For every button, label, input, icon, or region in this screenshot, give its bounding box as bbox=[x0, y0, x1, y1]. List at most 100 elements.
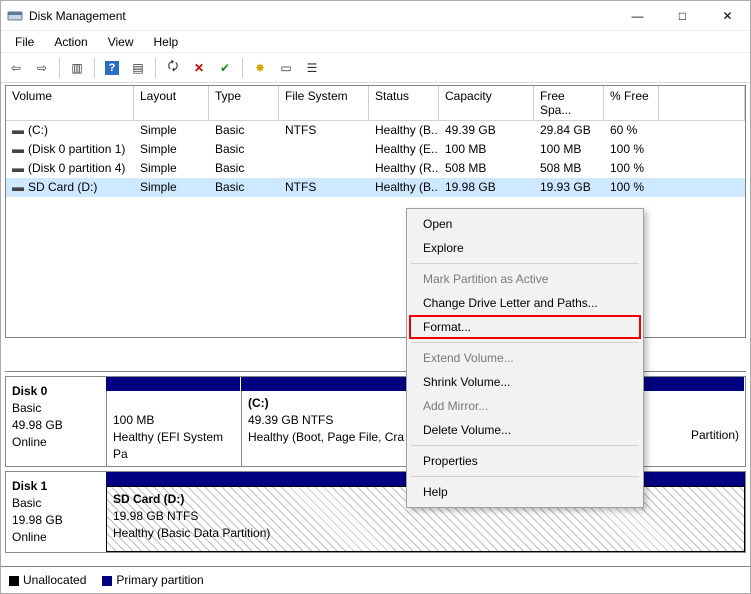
menubar: File Action View Help bbox=[1, 31, 750, 53]
disk-size: 49.98 GB bbox=[12, 418, 63, 432]
volume-layout: Simple bbox=[134, 121, 209, 140]
refresh-button[interactable]: 🗘 bbox=[162, 57, 184, 79]
column-header-layout[interactable]: Layout bbox=[134, 86, 209, 121]
volume-percentfree: 100 % bbox=[604, 140, 659, 159]
menu-item-mark-active: Mark Partition as Active bbox=[409, 267, 641, 291]
context-menu: Open Explore Mark Partition as Active Ch… bbox=[406, 208, 644, 508]
disk-title: Disk 1 bbox=[12, 479, 47, 493]
menu-item-format[interactable]: Format... bbox=[409, 315, 641, 339]
volume-name: (Disk 0 partition 4) bbox=[28, 161, 125, 175]
volume-row[interactable]: ▬(Disk 0 partition 1)SimpleBasicHealthy … bbox=[6, 140, 745, 159]
back-button[interactable]: ⇦ bbox=[5, 57, 27, 79]
help-button[interactable]: ? bbox=[101, 57, 123, 79]
column-header-spare bbox=[659, 86, 745, 121]
volume-status: Healthy (R... bbox=[369, 159, 439, 178]
drive-icon: ▬ bbox=[12, 123, 24, 138]
menu-item-explore[interactable]: Explore bbox=[409, 236, 641, 260]
menu-item-open[interactable]: Open bbox=[409, 212, 641, 236]
titlebar: Disk Management — □ ✕ bbox=[1, 1, 750, 31]
menu-item-delete-volume[interactable]: Delete Volume... bbox=[409, 418, 641, 442]
menu-item-change-drive-letter[interactable]: Change Drive Letter and Paths... bbox=[409, 291, 641, 315]
column-header-freespace[interactable]: Free Spa... bbox=[534, 86, 604, 121]
volume-name: SD Card (D:) bbox=[28, 180, 97, 194]
column-header-filesystem[interactable]: File System bbox=[279, 86, 369, 121]
menu-item-help[interactable]: Help bbox=[409, 480, 641, 504]
column-header-status[interactable]: Status bbox=[369, 86, 439, 121]
volume-freespace: 100 MB bbox=[534, 140, 604, 159]
disk-state: Online bbox=[12, 435, 47, 449]
toolbar-separator bbox=[155, 58, 156, 78]
disk-type: Basic bbox=[12, 496, 41, 510]
volume-percentfree: 100 % bbox=[604, 178, 659, 197]
disk-type: Basic bbox=[12, 401, 41, 415]
menu-item-properties[interactable]: Properties bbox=[409, 449, 641, 473]
properties-button[interactable]: ▤ bbox=[127, 57, 149, 79]
volume-filesystem: NTFS bbox=[279, 178, 369, 197]
close-button[interactable]: ✕ bbox=[705, 1, 750, 31]
volume-filesystem bbox=[279, 140, 369, 159]
column-header-capacity[interactable]: Capacity bbox=[439, 86, 534, 121]
maximize-button[interactable]: □ bbox=[660, 1, 705, 31]
toolbar-separator bbox=[242, 58, 243, 78]
volume-row[interactable]: ▬SD Card (D:)SimpleBasicNTFSHealthy (B..… bbox=[6, 178, 745, 197]
volume-capacity: 100 MB bbox=[439, 140, 534, 159]
partition-efi[interactable]: 100 MB Healthy (EFI System Pa bbox=[106, 391, 241, 466]
arrow-right-icon: ⇨ bbox=[37, 61, 47, 75]
check-icon: ✔ bbox=[220, 61, 230, 75]
checkmark-button[interactable]: ✔ bbox=[214, 57, 236, 79]
column-header-percentfree[interactable]: % Free bbox=[604, 86, 659, 121]
volume-freespace: 508 MB bbox=[534, 159, 604, 178]
menu-item-shrink-volume[interactable]: Shrink Volume... bbox=[409, 370, 641, 394]
menu-view[interactable]: View bbox=[98, 33, 144, 51]
forward-button[interactable]: ⇨ bbox=[31, 57, 53, 79]
volume-capacity: 49.39 GB bbox=[439, 121, 534, 140]
disk-title: Disk 0 bbox=[12, 384, 47, 398]
disk-label: Disk 0 Basic 49.98 GB Online bbox=[6, 377, 106, 466]
settings-button[interactable]: ▭ bbox=[275, 57, 297, 79]
minimize-button[interactable]: — bbox=[615, 1, 660, 31]
disk-label: Disk 1 Basic 19.98 GB Online bbox=[6, 472, 106, 551]
app-icon bbox=[7, 8, 23, 24]
settings-icon: ▭ bbox=[280, 61, 291, 75]
new-button[interactable]: ✸ bbox=[249, 57, 271, 79]
menu-file[interactable]: File bbox=[5, 33, 44, 51]
volume-row[interactable]: ▬(Disk 0 partition 4)SimpleBasicHealthy … bbox=[6, 159, 745, 178]
volume-freespace: 19.93 GB bbox=[534, 178, 604, 197]
volume-status: Healthy (B... bbox=[369, 121, 439, 140]
volume-type: Basic bbox=[209, 178, 279, 197]
volume-type: Basic bbox=[209, 121, 279, 140]
properties-icon: ▤ bbox=[132, 61, 143, 75]
column-header-volume[interactable]: Volume bbox=[6, 86, 134, 121]
toolbar-separator bbox=[94, 58, 95, 78]
menu-action[interactable]: Action bbox=[44, 33, 97, 51]
volume-layout: Simple bbox=[134, 159, 209, 178]
toolbar-separator bbox=[59, 58, 60, 78]
menu-separator bbox=[411, 263, 639, 264]
volume-capacity: 508 MB bbox=[439, 159, 534, 178]
volume-list-body: ▬(C:)SimpleBasicNTFSHealthy (B...49.39 G… bbox=[6, 121, 745, 197]
show-hide-tree-button[interactable]: ▥ bbox=[66, 57, 88, 79]
volume-percentfree: 100 % bbox=[604, 159, 659, 178]
menu-separator bbox=[411, 476, 639, 477]
volume-layout: Simple bbox=[134, 140, 209, 159]
volume-filesystem bbox=[279, 159, 369, 178]
volume-row[interactable]: ▬(C:)SimpleBasicNTFSHealthy (B...49.39 G… bbox=[6, 121, 745, 140]
partition-c[interactable]: (C:) 49.39 GB NTFS Healthy (Boot, Page F… bbox=[241, 391, 416, 466]
volume-name: (C:) bbox=[28, 123, 48, 137]
list-button[interactable]: ☰ bbox=[301, 57, 323, 79]
disk-state: Online bbox=[12, 530, 47, 544]
menu-help[interactable]: Help bbox=[144, 33, 189, 51]
drive-icon: ▬ bbox=[12, 180, 24, 195]
legend: Unallocated Primary partition bbox=[1, 566, 750, 593]
column-header-type[interactable]: Type bbox=[209, 86, 279, 121]
delete-button[interactable]: ✕ bbox=[188, 57, 210, 79]
volume-status: Healthy (B... bbox=[369, 178, 439, 197]
new-icon: ✸ bbox=[255, 61, 265, 75]
volume-percentfree: 60 % bbox=[604, 121, 659, 140]
volume-type: Basic bbox=[209, 140, 279, 159]
swatch-navy-icon bbox=[102, 576, 112, 586]
list-icon: ☰ bbox=[307, 61, 318, 75]
swatch-black-icon bbox=[9, 576, 19, 586]
legend-unallocated: Unallocated bbox=[9, 573, 86, 587]
menu-item-add-mirror: Add Mirror... bbox=[409, 394, 641, 418]
